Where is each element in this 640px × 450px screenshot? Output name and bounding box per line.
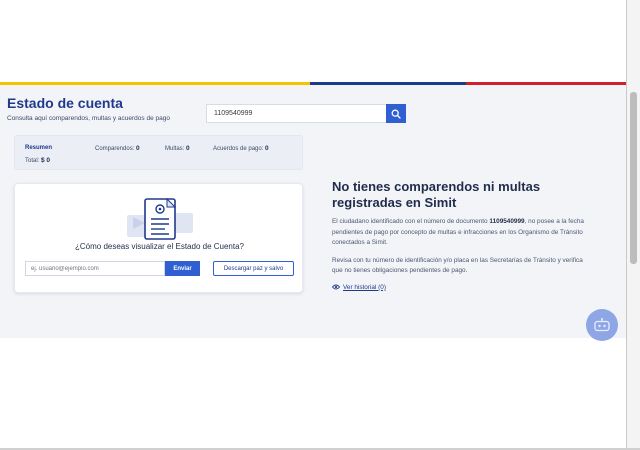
chat-bot-button[interactable] (586, 309, 618, 341)
search-bar (206, 104, 406, 123)
result-advice: Revisa con tu número de identificación y… (332, 256, 583, 275)
eye-icon (332, 284, 340, 290)
estado-cuenta-app: Estado de cuenta Consulta aquí comparend… (0, 82, 626, 341)
result-panel: No tienes comparendos ni multas registra… (332, 179, 592, 291)
total-value: $ 0 (41, 157, 51, 164)
history-link-label: Ver historial (0) (343, 283, 386, 291)
document-number: 1109540999 (489, 218, 525, 225)
search-input[interactable] (206, 104, 386, 123)
email-field[interactable] (25, 261, 165, 276)
comparendos-stat: Comparendos: 0 (95, 145, 140, 152)
comparendos-label: Comparendos: (95, 146, 135, 152)
send-button[interactable]: Enviar (165, 261, 200, 276)
summary-panel: Resumen Comparendos: 0 Multas: 0 Acuerdo… (14, 135, 303, 170)
multas-stat: Multas: 0 (165, 145, 190, 152)
acuerdos-label: Acuerdos de pago: (213, 146, 264, 152)
search-button[interactable] (386, 104, 406, 123)
page-title: Estado de cuenta (7, 95, 123, 111)
acuerdos-value: 0 (265, 145, 269, 152)
scrollbar-thumb[interactable] (630, 92, 637, 264)
page-subtitle: Consulta aquí comparendos, multas y acue… (7, 115, 170, 122)
result-desc-start: El ciudadano identificado con el número … (332, 218, 490, 225)
acuerdos-stat: Acuerdos de pago: 0 (213, 145, 269, 152)
multas-label: Multas: (165, 146, 185, 152)
total-label: Total: (25, 158, 40, 164)
download-paz-y-salvo-button[interactable]: Descargar paz y salvo (213, 261, 294, 276)
result-description: El ciudadano identificado con el número … (332, 217, 592, 249)
resumen-link[interactable]: Resumen (25, 145, 52, 151)
page-header: Estado de cuenta Consulta aquí comparend… (0, 85, 626, 129)
history-link[interactable]: Ver historial (0) (332, 284, 592, 291)
download-card: ¿Cómo deseas visualizar el Estado de Cue… (14, 183, 303, 293)
chat-bot-icon (594, 318, 610, 332)
view-question: ¿Cómo deseas visualizar el Estado de Cue… (75, 242, 244, 251)
comparendos-value: 0 (136, 145, 140, 152)
document-illustration (127, 197, 193, 240)
search-icon (391, 109, 401, 119)
browser-frame: Estado de cuenta Consulta aquí comparend… (0, 0, 640, 450)
scrollbar[interactable] (626, 0, 640, 450)
multas-value: 0 (186, 145, 190, 152)
result-heading: No tienes comparendos ni multas registra… (332, 179, 541, 210)
total-stat: Total: $ 0 (25, 157, 50, 164)
